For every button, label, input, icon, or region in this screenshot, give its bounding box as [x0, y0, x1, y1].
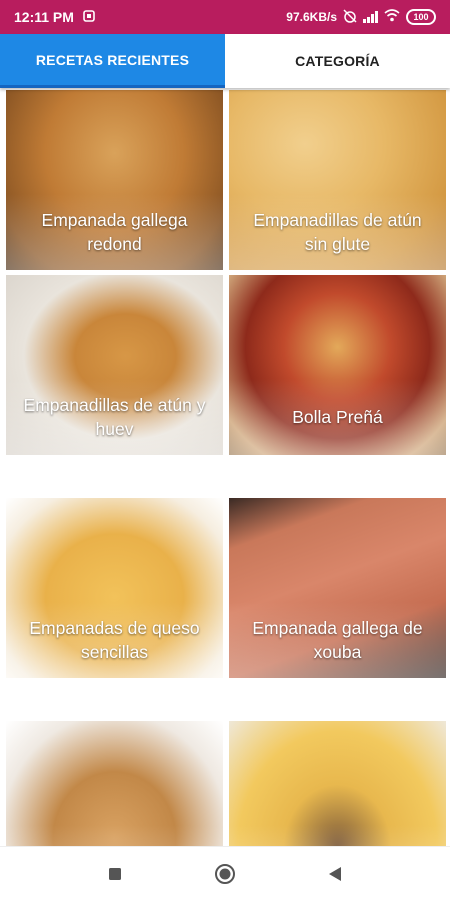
recipe-title: Empanada gallega de xouba [252, 618, 423, 662]
recipe-grid: Empanada gallega redond Empanadillas de … [0, 88, 450, 846]
recipe-caption: Empanada gallega de xouba [229, 602, 446, 678]
recipe-card[interactable]: Empanadas de queso sencillas [6, 498, 223, 678]
battery-level: 100 [413, 12, 429, 22]
battery-icon: 100 [406, 9, 436, 25]
recipe-caption: Empanadillas de atún sin glute [229, 194, 446, 270]
clock: 12:11 PM [14, 9, 74, 25]
recipe-caption: Empanada gallega redond [6, 194, 223, 270]
tab-label: RECETAS RECIENTES [35, 51, 190, 68]
recent-apps-icon[interactable] [95, 854, 135, 894]
recipe-caption: Bolla Preñá [229, 379, 446, 455]
recipe-caption [6, 825, 223, 846]
recipe-title: Empanadillas de atún y huev [23, 395, 206, 439]
recipe-caption [229, 825, 446, 846]
recipe-title: Empanadillas de atún sin glute [253, 210, 422, 254]
recipe-caption: Empanadas de queso sencillas [6, 602, 223, 678]
back-icon[interactable] [315, 854, 355, 894]
status-bar: 12:11 PM 97.6KB/s 100 [0, 0, 450, 34]
recipe-card[interactable]: Empanadillas de atún y huev [6, 275, 223, 455]
signal-icon [363, 11, 378, 23]
recipe-title: Empanadas de queso sencillas [29, 618, 200, 662]
recipe-card[interactable] [6, 721, 223, 846]
notification-icon [82, 9, 96, 26]
tab-recetas-recientes[interactable]: RECETAS RECIENTES [0, 34, 225, 88]
recipe-title: Bolla Preñá [292, 407, 383, 427]
home-icon[interactable] [205, 854, 245, 894]
tab-categoria[interactable]: CATEGORÍA [225, 34, 450, 88]
navigation-bar [0, 846, 450, 900]
alarm-off-icon [343, 8, 357, 26]
recipe-card[interactable]: Empanadillas de atún sin glute [229, 90, 446, 270]
recipe-card[interactable]: Bolla Preñá [229, 275, 446, 455]
recipe-card[interactable] [229, 721, 446, 846]
recipe-card[interactable]: Empanada gallega de xouba [229, 498, 446, 678]
network-speed: 97.6KB/s [286, 10, 337, 24]
tab-label: CATEGORÍA [295, 53, 380, 69]
tab-bar: RECETAS RECIENTES CATEGORÍA [0, 34, 450, 88]
recipe-card[interactable]: Empanada gallega redond [6, 90, 223, 270]
wifi-icon [384, 9, 400, 25]
recipe-caption: Empanadillas de atún y huev [6, 379, 223, 455]
recipe-title: Empanada gallega redond [41, 210, 188, 254]
